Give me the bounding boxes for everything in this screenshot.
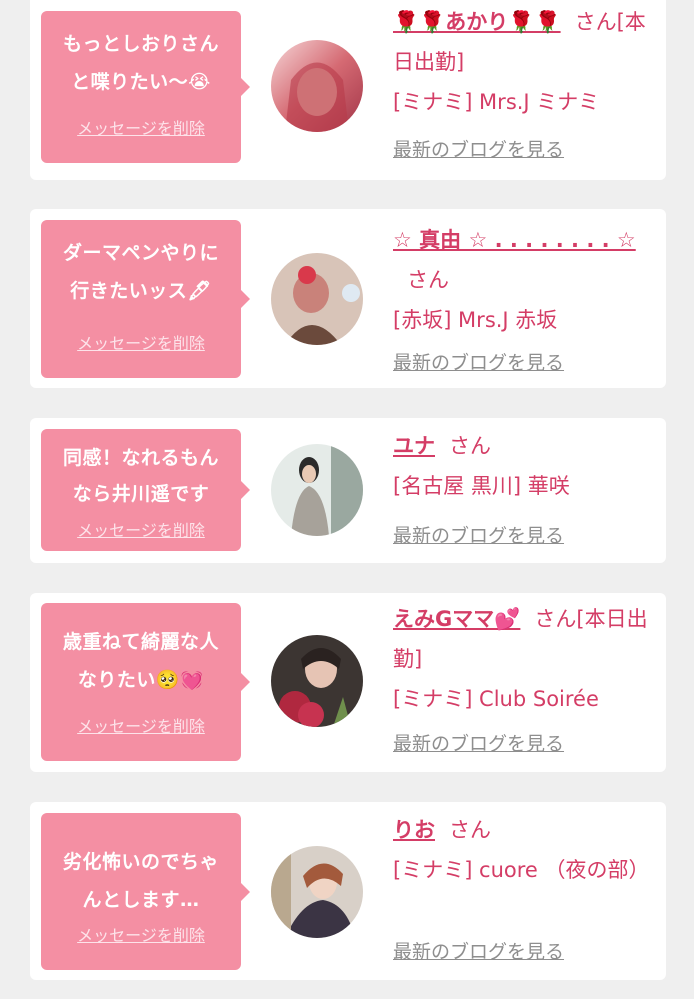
cast-info: えみGママ💕 さん[本日出勤] [ミナミ] Club Soirée	[393, 599, 663, 719]
message-bubble: 劣化怖いのでちゃ んとします… メッセージを削除	[41, 813, 250, 970]
avatar[interactable]	[271, 635, 363, 727]
avatar[interactable]	[271, 253, 363, 345]
blog-link[interactable]: 最新のブログを見る	[393, 521, 564, 548]
cast-info: ☆ 真由 ☆ . . . . . . . . ☆ さん [赤坂] Mrs.J 赤坂	[393, 220, 663, 340]
shop-text: [名古屋 黒川] 華咲	[393, 474, 570, 498]
avatar[interactable]	[271, 444, 363, 536]
cast-name-link[interactable]: りお	[393, 818, 435, 842]
cast-name-link[interactable]: ユナ	[393, 434, 435, 458]
cast-name-link[interactable]: えみGママ💕	[393, 607, 520, 631]
message-card: 劣化怖いのでちゃ んとします… メッセージを削除 りお さん [ミナミ] cuore…	[30, 802, 666, 980]
honorific: さん	[574, 10, 617, 34]
cast-info: りお さん [ミナミ] cuore （夜の部）	[393, 810, 663, 890]
message-text: 劣化怖いのでちゃ んとします…	[62, 851, 219, 911]
shop-text: [赤坂] Mrs.J 赤坂	[393, 308, 558, 332]
delete-message-link[interactable]: メッセージを削除	[41, 330, 241, 354]
message-bubble: ダーマペンやりに 行きたいッス🖋 メッセージを削除	[41, 220, 250, 378]
message-bubble: もっとしおりさん と喋りたい〜😭 メッセージを削除	[41, 11, 250, 163]
message-card: 歳重ねて綺麗な人 なりたい🥺💓 メッセージを削除 えみGママ💕 さん[本日出勤] […	[30, 593, 666, 772]
avatar[interactable]	[271, 846, 363, 938]
blog-link[interactable]: 最新のブログを見る	[393, 937, 564, 964]
cast-name-link[interactable]: 🌹🌹あかり🌹🌹	[393, 10, 561, 34]
blog-link[interactable]: 最新のブログを見る	[393, 348, 564, 375]
message-card: ダーマペンやりに 行きたいッス🖋 メッセージを削除 ☆ 真由 ☆ . . . . …	[30, 209, 666, 388]
message-text: もっとしおりさん と喋りたい〜😭	[62, 33, 219, 93]
shop-text: [ミナミ] cuore （夜の部）	[393, 858, 650, 882]
message-card: もっとしおりさん と喋りたい〜😭 メッセージを削除 🌹🌹あかり🌹🌹 さん[本日出勤]…	[30, 0, 666, 180]
delete-message-link[interactable]: メッセージを削除	[41, 713, 241, 737]
message-bubble: 歳重ねて綺麗な人 なりたい🥺💓 メッセージを削除	[41, 603, 250, 761]
shop-text: [ミナミ] Club Soirée	[393, 687, 599, 711]
message-text: ダーマペンやりに 行きたいッス🖋	[62, 242, 219, 302]
message-text: 同感！なれるもん なら井川遥です	[62, 447, 219, 505]
delete-message-link[interactable]: メッセージを削除	[41, 922, 241, 946]
message-bubble: 同感！なれるもん なら井川遥です メッセージを削除	[41, 429, 250, 551]
message-card: 同感！なれるもん なら井川遥です メッセージを削除 ユナ さん [名古屋 黒川] 華…	[30, 418, 666, 563]
honorific: さん	[534, 607, 577, 631]
honorific: さん	[449, 818, 491, 842]
delete-message-link[interactable]: メッセージを削除	[41, 517, 241, 541]
blog-link[interactable]: 最新のブログを見る	[393, 135, 564, 162]
message-text: 歳重ねて綺麗な人 なりたい🥺💓	[62, 631, 219, 691]
blog-link[interactable]: 最新のブログを見る	[393, 729, 564, 756]
cast-info: 🌹🌹あかり🌹🌹 さん[本日出勤] [ミナミ] Mrs.J ミナミ	[393, 2, 663, 122]
honorific: さん	[449, 434, 491, 458]
shop-text: [ミナミ] Mrs.J ミナミ	[393, 90, 600, 114]
delete-message-link[interactable]: メッセージを削除	[41, 115, 241, 139]
cast-name-link[interactable]: ☆ 真由 ☆ . . . . . . . . ☆	[393, 228, 636, 252]
avatar[interactable]	[271, 40, 363, 132]
honorific: さん	[407, 268, 449, 292]
cast-info: ユナ さん [名古屋 黒川] 華咲	[393, 426, 663, 506]
